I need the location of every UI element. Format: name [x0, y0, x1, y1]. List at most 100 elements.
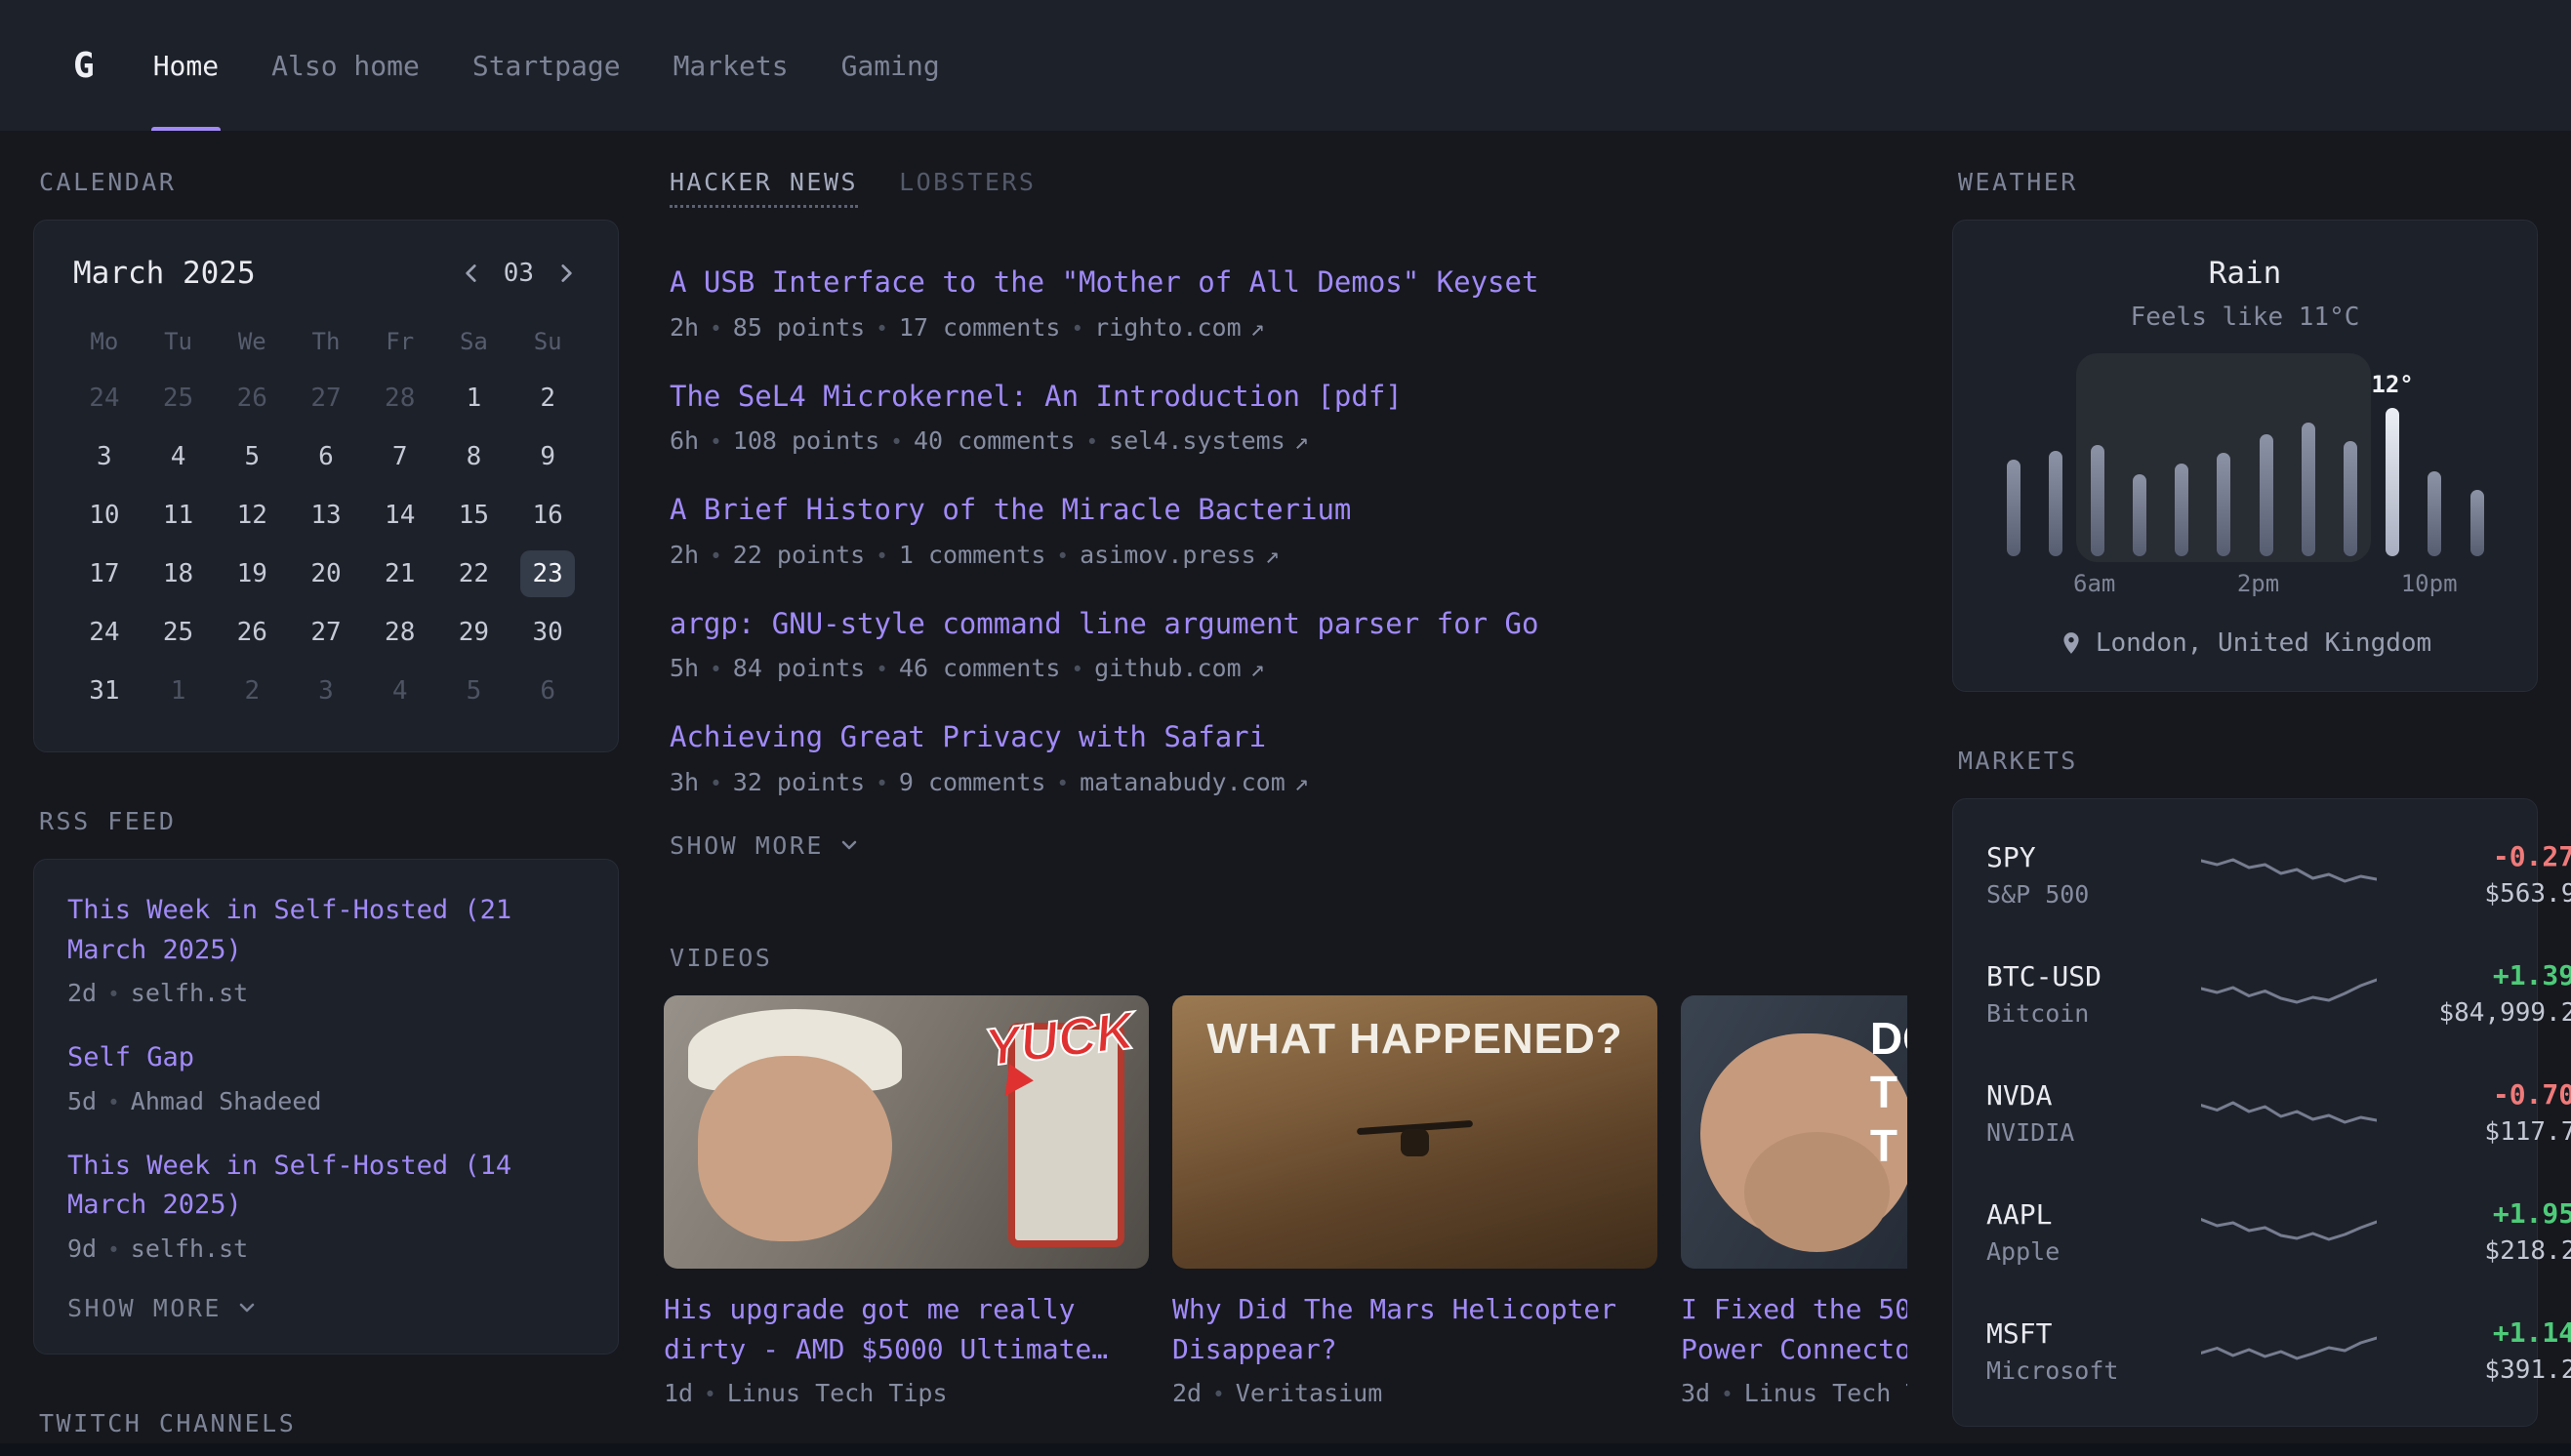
meta-text: 1d: [664, 1379, 693, 1407]
video-card: DOTT I Fixed the 5090's Melting Power Con…: [1681, 995, 1907, 1407]
calendar-day: 9: [510, 427, 585, 486]
market-name: NVIDIA: [1986, 1118, 2182, 1147]
weather-time-label: [2320, 570, 2361, 597]
nav-tab-home[interactable]: Home: [153, 0, 219, 131]
left-column: CALENDAR March 2025 03 MoTuWeThFrSaSu242…: [33, 168, 619, 1437]
market-symbol: SPY: [1986, 841, 2182, 873]
item-meta: 9d•selfh.st: [67, 1234, 585, 1263]
weather-bar: [2091, 445, 2104, 556]
calendar-grid: MoTuWeThFrSaSu24252627281234567891011121…: [67, 314, 585, 720]
video-title[interactable]: His upgrade got me really dirty - AMD $5…: [664, 1290, 1149, 1369]
calendar-day: 30: [510, 603, 585, 662]
source-link[interactable]: matanabudy.com: [1080, 768, 1286, 796]
rss-item-title[interactable]: This Week in Self-Hosted (21 March 2025): [67, 891, 585, 970]
market-sparkline: [2201, 1085, 2377, 1140]
meta-separator: •: [710, 658, 722, 681]
calendar-day: 10: [67, 486, 142, 545]
external-link-icon: ↗: [1294, 768, 1309, 796]
item-meta: 3h•32 points•9 comments•matanabudy.com↗: [670, 768, 1907, 796]
calendar-widget: March 2025 03 MoTuWeThFrSaSu242526272812…: [33, 220, 619, 752]
video-thumbnail[interactable]: YUCK: [664, 995, 1149, 1269]
market-row-msft[interactable]: MSFTMicrosoft+1.14%$391.26: [1986, 1291, 2504, 1410]
calendar-month-nav: 03: [459, 259, 579, 288]
meta-text: 6h: [670, 426, 699, 455]
calendar-day: 8: [437, 427, 511, 486]
calendar-current-month-button[interactable]: 03: [504, 259, 534, 288]
rss-item-title[interactable]: Self Gap: [67, 1038, 585, 1078]
market-name: Apple: [1986, 1237, 2182, 1266]
weather-time-label: [2156, 570, 2197, 597]
market-sparkline: [2201, 966, 2377, 1021]
market-row-aapl[interactable]: AAPLApple+1.95%$218.27: [1986, 1172, 2504, 1291]
meta-separator: •: [1086, 430, 1099, 454]
meta-separator: •: [710, 545, 722, 568]
calendar-day: 28: [363, 603, 437, 662]
source-link[interactable]: github.com: [1094, 654, 1242, 682]
item-meta: 2h•85 points•17 comments•righto.com↗: [670, 313, 1907, 342]
news-tab-lobsters[interactable]: LOBSTERS: [899, 168, 1036, 208]
market-price: $218.27: [2396, 1236, 2571, 1266]
calendar-day: 15: [437, 486, 511, 545]
markets-widget: SPYS&P 500-0.27%$563.98BTC-USDBitcoin+1.…: [1952, 798, 2538, 1427]
calendar-day: 13: [289, 486, 363, 545]
external-link-icon: ↗: [1294, 426, 1309, 455]
weather-time-label: [2196, 570, 2237, 597]
video-title[interactable]: Why Did The Mars Helicopter Disappear?: [1172, 1290, 1657, 1369]
calendar-next-icon[interactable]: [553, 261, 579, 286]
market-price: $117.70: [2396, 1117, 2571, 1147]
calendar-dow-label: Mo: [67, 314, 142, 369]
nav-tab-startpage[interactable]: Startpage: [472, 0, 621, 131]
video-thumbnail[interactable]: DOTT: [1681, 995, 1907, 1269]
nav-tab-gaming[interactable]: Gaming: [841, 0, 940, 131]
market-sparkline: [2201, 1204, 2377, 1259]
meta-text: 85 points: [733, 313, 865, 342]
calendar-day: 29: [437, 603, 511, 662]
rss-show-more-button[interactable]: SHOW MORE: [67, 1294, 259, 1322]
weather-bar: [2386, 408, 2399, 556]
market-row-nvda[interactable]: NVDANVIDIA-0.70%$117.70: [1986, 1053, 2504, 1172]
source-link[interactable]: sel4.systems: [1109, 426, 1286, 455]
source-link[interactable]: asimov.press: [1080, 541, 1256, 569]
news-item-title[interactable]: argp: GNU-style command line argument pa…: [670, 604, 1907, 644]
meta-text: 1 comments: [899, 541, 1046, 569]
right-column: WEATHER Rain Feels like 11°C 12° 6am2pm1…: [1952, 168, 2538, 1437]
meta-separator: •: [1212, 1383, 1225, 1406]
news-item-title[interactable]: Achieving Great Privacy with Safari: [670, 717, 1907, 757]
market-row-spy[interactable]: SPYS&P 500-0.27%$563.98: [1986, 815, 2504, 934]
meta-separator: •: [704, 1383, 716, 1406]
meta-text: 9d: [67, 1234, 97, 1263]
weather-bar-slot: [1992, 371, 2034, 556]
market-row-btc-usd[interactable]: BTC-USDBitcoin+1.39%$84,999.29: [1986, 934, 2504, 1053]
weather-bar-slot: [2203, 371, 2245, 556]
rss-item-title[interactable]: This Week in Self-Hosted (14 March 2025): [67, 1147, 585, 1226]
market-sparkline-wrap: [2201, 1323, 2377, 1378]
news-item-title[interactable]: A Brief History of the Miracle Bacterium: [670, 490, 1907, 530]
meta-text: 2h: [670, 313, 699, 342]
nav-tab-markets[interactable]: Markets: [673, 0, 789, 131]
weather-time-label: [1992, 570, 2033, 597]
weather-bar: [2175, 464, 2188, 556]
news-show-more-button[interactable]: SHOW MORE: [670, 831, 861, 860]
app-logo[interactable]: G: [73, 46, 95, 86]
source-link[interactable]: righto.com: [1094, 313, 1242, 342]
weather-chart: 12°: [1992, 371, 2498, 556]
nav-tab-also-home[interactable]: Also home: [271, 0, 420, 131]
meta-text: 22 points: [733, 541, 865, 569]
news-item-title[interactable]: The SeL4 Microkernel: An Introduction [p…: [670, 377, 1907, 417]
videos-row: YUCK His upgrade got me really dirty - AM…: [664, 995, 1907, 1407]
market-price: $84,999.29: [2396, 998, 2571, 1028]
calendar-day: 31: [67, 662, 142, 720]
market-values: +1.39%$84,999.29: [2396, 959, 2571, 1028]
weather-feels-like: Feels like 11°C: [1992, 303, 2498, 332]
location-pin-icon: [2059, 630, 2084, 656]
calendar-prev-icon[interactable]: [459, 261, 484, 286]
video-thumbnail[interactable]: WHAT HAPPENED?: [1172, 995, 1657, 1269]
video-title[interactable]: I Fixed the 5090's Melting Power Connect…: [1681, 1290, 1907, 1369]
meta-text: 40 comments: [914, 426, 1076, 455]
external-link-icon: ↗: [1250, 313, 1265, 342]
markets-header: MARKETS: [1958, 747, 2538, 775]
news-item-title[interactable]: A USB Interface to the "Mother of All De…: [670, 263, 1907, 303]
calendar-title-row: March 2025 03: [73, 256, 579, 291]
calendar-day: 6: [510, 662, 585, 720]
news-tab-hacker-news[interactable]: HACKER NEWS: [670, 168, 858, 208]
